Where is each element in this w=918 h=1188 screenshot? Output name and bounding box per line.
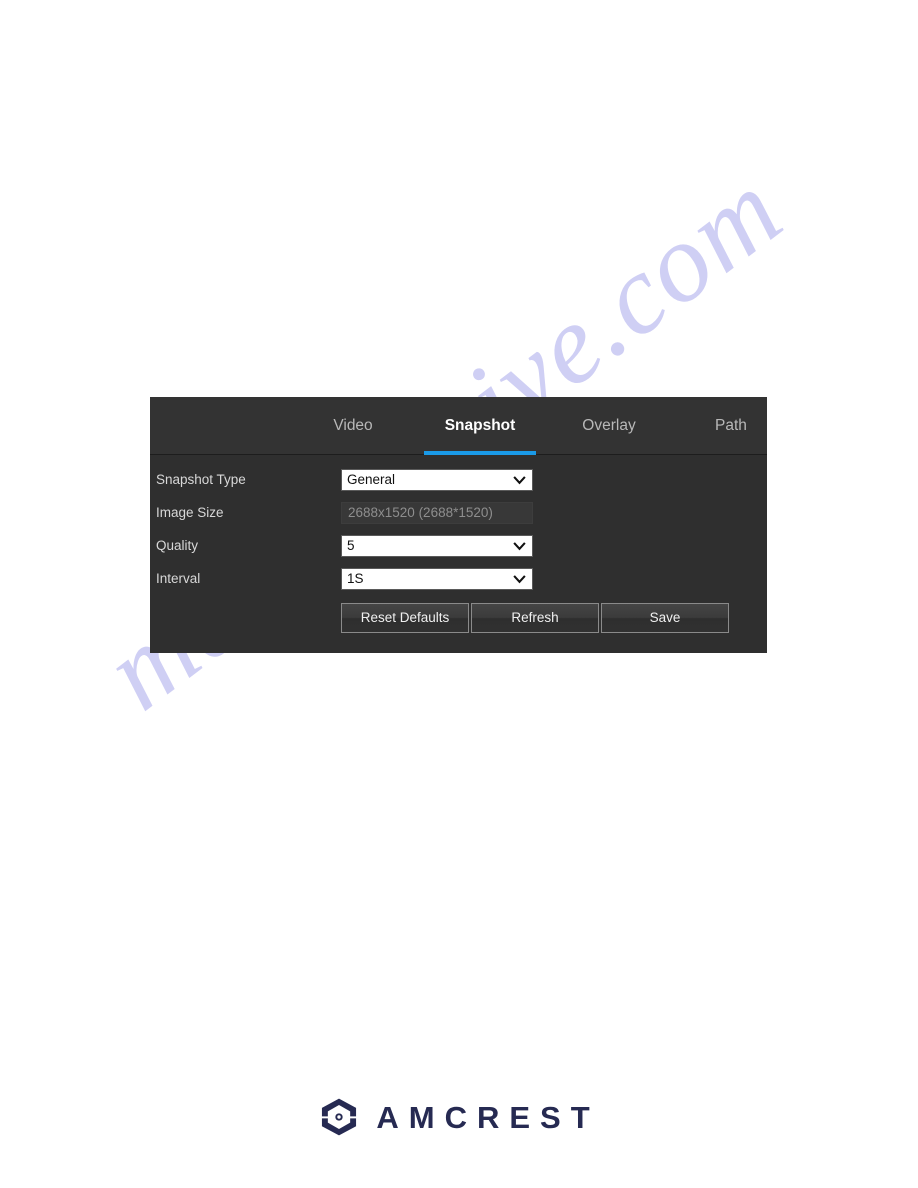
tab-snapshot[interactable]: Snapshot [424,397,536,454]
chevron-down-icon [512,572,527,587]
save-button[interactable]: Save [601,603,729,633]
quality-value: 5 [347,538,355,553]
snapshot-type-label: Snapshot Type [156,472,246,487]
snapshot-type-select[interactable]: General [341,469,533,491]
amcrest-wordmark: AMCREST [376,1099,600,1135]
quality-label: Quality [156,538,199,553]
snapshot-form: Snapshot Type General Image Size 2688x15… [150,455,767,653]
reset-defaults-button[interactable]: Reset Defaults [341,603,469,633]
snapshot-type-value: General [347,472,396,487]
interval-label: Interval [156,571,201,586]
snapshot-settings-panel: Video Snapshot Overlay Path Snapshot Typ… [150,397,767,653]
chevron-down-icon [512,473,527,488]
row-quality: Quality 5 [150,535,767,557]
tab-path[interactable]: Path [686,397,776,454]
refresh-button[interactable]: Refresh [471,603,599,633]
settings-tab-bar: Video Snapshot Overlay Path [150,397,767,455]
image-size-field: 2688x1520 (2688*1520) [341,502,533,524]
row-image-size: Image Size 2688x1520 (2688*1520) [150,502,767,524]
quality-select[interactable]: 5 [341,535,533,557]
interval-value: 1S [347,571,364,586]
interval-select[interactable]: 1S [341,568,533,590]
footer-brand-logo: AMCREST [0,1092,918,1142]
row-interval: Interval 1S [150,568,767,590]
amcrest-hexagon-logo-icon [318,1096,360,1138]
tab-video[interactable]: Video [298,397,408,454]
row-snapshot-type: Snapshot Type General [150,469,767,491]
image-size-label: Image Size [156,505,224,520]
chevron-down-icon [512,539,527,554]
image-size-value: 2688x1520 (2688*1520) [348,505,493,520]
tab-overlay[interactable]: Overlay [554,397,664,454]
